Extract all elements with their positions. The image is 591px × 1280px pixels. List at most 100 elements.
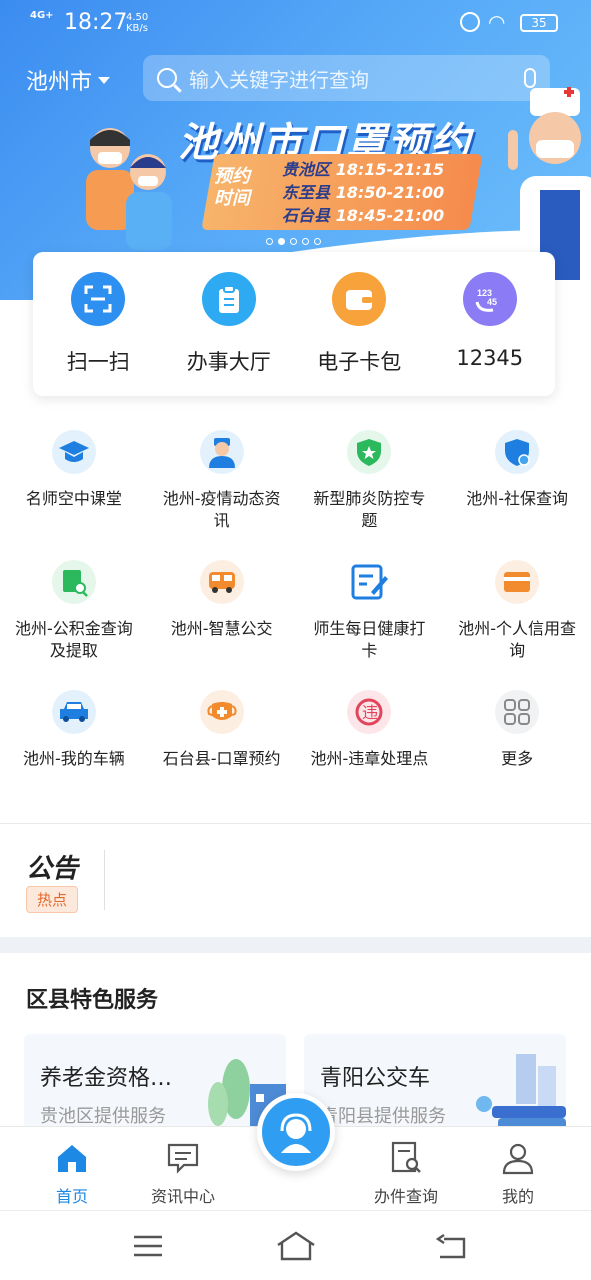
schedule-row: 东至县 18:50-21:00 bbox=[282, 181, 444, 204]
quick-action-clipboard[interactable]: 办事大厅 bbox=[164, 252, 295, 396]
nav-mine[interactable]: 我的 bbox=[468, 1141, 568, 1207]
social-security-shield-icon bbox=[495, 430, 540, 474]
doctor-illustration bbox=[508, 87, 591, 280]
home-system-icon[interactable] bbox=[276, 1231, 316, 1261]
system-navigation-bar bbox=[0, 1210, 591, 1280]
city-name: 池州市 bbox=[26, 70, 93, 95]
card-title: 养老金资格… bbox=[40, 1066, 173, 1091]
service-item[interactable]: 名师空中课堂 bbox=[0, 430, 148, 538]
service-grid: 名师空中课堂 池州-疫情动态资讯 新型肺炎防控专题 池州-社保查询池州-公积金查询及提… bbox=[0, 430, 591, 798]
scan-icon bbox=[71, 272, 126, 326]
carousel-dot[interactable] bbox=[314, 238, 321, 245]
svg-text:45: 45 bbox=[487, 297, 497, 307]
quick-action-label: 电子卡包 bbox=[317, 350, 402, 374]
service-item[interactable]: 池州-我的车辆 bbox=[0, 690, 148, 798]
district-card-pension[interactable]: 养老金资格… 贵池区提供服务 bbox=[24, 1034, 286, 1134]
back-icon[interactable] bbox=[434, 1233, 466, 1259]
microphone-icon[interactable] bbox=[524, 68, 536, 88]
nav-news-label: 资讯中心 bbox=[150, 1187, 215, 1206]
svg-text:违: 违 bbox=[362, 703, 378, 722]
status-time: 18:27 bbox=[64, 10, 128, 35]
quick-actions-card: 扫一扫 办事大厅 电子卡包 123 45 12345 bbox=[33, 252, 555, 396]
nav-case-query[interactable]: 办件查询 bbox=[356, 1141, 456, 1207]
quick-action-label: 办事大厅 bbox=[186, 350, 271, 374]
service-label: 师生每日健康打卡 bbox=[313, 619, 426, 660]
wifi-icon: ◠ bbox=[488, 10, 506, 34]
violation-icon: 违 bbox=[347, 690, 392, 734]
service-item[interactable]: 新型肺炎防控专题 bbox=[296, 430, 444, 538]
search-bar[interactable]: 输入关键字进行查询 bbox=[143, 55, 550, 101]
wallet-icon bbox=[332, 272, 387, 326]
city-selector[interactable]: 池州市 bbox=[26, 64, 111, 96]
district-name: 东至县 bbox=[282, 183, 331, 202]
quick-action-label: 12345 bbox=[456, 346, 524, 370]
caret-down-icon bbox=[98, 76, 111, 84]
quick-action-scan[interactable]: 扫一扫 bbox=[33, 252, 164, 396]
doctor-icon bbox=[199, 430, 244, 474]
service-item[interactable]: 池州-个人信用查询 bbox=[443, 560, 591, 668]
search-input[interactable]: 输入关键字进行查询 bbox=[189, 64, 512, 93]
service-label: 池州-智慧公交 bbox=[170, 619, 273, 638]
shield-star-icon bbox=[347, 430, 392, 474]
schedule-row: 贵池区 18:15-21:15 bbox=[282, 158, 444, 181]
district-services-title: 区县特色服务 bbox=[26, 988, 159, 1013]
people-with-masks-illustration bbox=[86, 128, 172, 250]
service-label: 更多 bbox=[501, 749, 534, 768]
books-illustration bbox=[476, 1054, 566, 1130]
district-name: 石台县 bbox=[282, 206, 331, 225]
service-label: 名师空中课堂 bbox=[25, 489, 122, 508]
signal-icon: 4G+ bbox=[30, 10, 54, 21]
alarm-icon bbox=[460, 12, 480, 32]
carousel-indicator[interactable] bbox=[266, 238, 321, 245]
service-label: 池州-我的车辆 bbox=[22, 749, 125, 768]
schedule-row: 石台县 18:45-21:00 bbox=[282, 204, 444, 227]
customer-service-button[interactable] bbox=[257, 1093, 335, 1171]
nav-news-center[interactable]: 资讯中心 bbox=[133, 1141, 233, 1207]
clipboard-icon bbox=[201, 272, 256, 326]
service-label: 池州-公积金查询及提取 bbox=[14, 619, 133, 660]
time-range: 18:45-21:00 bbox=[335, 206, 445, 225]
banner-schedule: 贵池区 18:15-21:15 东至县 18:50-21:00 石台县 18:45-… bbox=[282, 158, 444, 227]
service-label: 池州-疫情动态资讯 bbox=[162, 489, 281, 530]
nav-home-label: 首页 bbox=[55, 1187, 88, 1206]
network-speed: 4.50 KB/s bbox=[126, 12, 149, 34]
quick-action-wallet[interactable]: 电子卡包 bbox=[294, 252, 425, 396]
carousel-dot[interactable] bbox=[278, 238, 285, 245]
quick-action-hotline-12345[interactable]: 123 45 12345 bbox=[425, 252, 556, 396]
district-card-bus[interactable]: 青阳公交车 青阳县提供服务 bbox=[304, 1034, 566, 1134]
bus-icon bbox=[199, 560, 244, 604]
service-item[interactable]: 池州-公积金查询及提取 bbox=[0, 560, 148, 668]
fund-search-icon bbox=[51, 560, 96, 604]
service-item[interactable]: 池州-智慧公交 bbox=[148, 560, 296, 668]
service-item[interactable]: 池州-疫情动态资讯 bbox=[148, 430, 296, 538]
nav-home[interactable]: 首页 bbox=[22, 1141, 122, 1207]
service-item[interactable]: 违池州-违章处理点 bbox=[296, 690, 444, 798]
time-range: 18:15-21:15 bbox=[335, 160, 445, 179]
service-label: 池州-违章处理点 bbox=[310, 749, 429, 768]
edit-form-icon bbox=[347, 560, 392, 604]
search-icon bbox=[157, 68, 177, 88]
service-item[interactable]: 石台县-口罩预约 bbox=[148, 690, 296, 798]
menu-icon[interactable] bbox=[134, 1233, 162, 1259]
carousel-dot[interactable] bbox=[302, 238, 309, 245]
card-subtitle: 贵池区提供服务 bbox=[40, 1106, 166, 1127]
service-item[interactable]: 池州-社保查询 bbox=[443, 430, 591, 538]
service-label: 石台县-口罩预约 bbox=[162, 749, 281, 768]
headset-agent-icon bbox=[280, 1113, 312, 1153]
notice-bar[interactable]: 公告 热点 bbox=[0, 824, 591, 936]
status-bar: 4G+ 18:27 4.50 KB/s ◠ 35 bbox=[0, 0, 591, 44]
graduation-cap-icon bbox=[51, 430, 96, 474]
mask-icon bbox=[199, 690, 244, 734]
carousel-dot[interactable] bbox=[266, 238, 273, 245]
bottom-navigation: 首页 资讯中心 办件查询 我的 bbox=[0, 1093, 591, 1210]
banner-time-label: 预约时间 bbox=[214, 166, 250, 209]
card-title: 青阳公交车 bbox=[320, 1066, 431, 1091]
carousel-dot[interactable] bbox=[290, 238, 297, 245]
service-item[interactable]: 更多 bbox=[443, 690, 591, 798]
district-name: 贵池区 bbox=[282, 160, 331, 179]
nav-case-label: 办件查询 bbox=[373, 1187, 438, 1206]
service-item[interactable]: 师生每日健康打卡 bbox=[296, 560, 444, 668]
home-icon bbox=[58, 1145, 86, 1172]
hot-tag: 热点 bbox=[26, 886, 79, 913]
notice-logo: 公告 bbox=[26, 854, 79, 884]
